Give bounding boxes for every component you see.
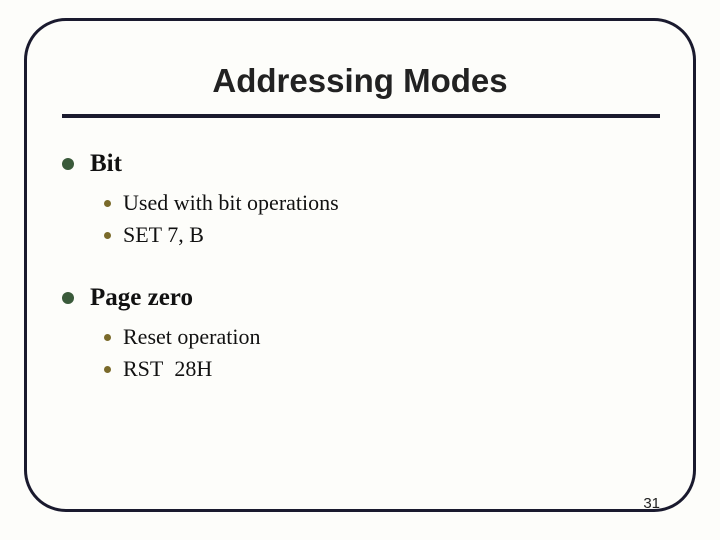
slide-title: Addressing Modes — [0, 62, 720, 100]
title-underline — [62, 114, 660, 118]
list-item: Used with bit operations — [104, 190, 652, 216]
list-item: SET 7, B — [104, 222, 652, 248]
dot-bullet-icon — [104, 334, 111, 341]
content-area: Bit Used with bit operations SET 7, B Pa… — [62, 150, 652, 418]
page-number: 31 — [643, 495, 660, 512]
item-text: RST 28H — [123, 356, 212, 382]
dot-bullet-icon — [104, 200, 111, 207]
disc-bullet-icon — [62, 158, 74, 170]
sub-list: Reset operation RST 28H — [104, 324, 652, 382]
dot-bullet-icon — [104, 232, 111, 239]
disc-bullet-icon — [62, 292, 74, 304]
item-text: Reset operation — [123, 324, 260, 350]
section-title: Page zero — [90, 284, 193, 312]
section-title: Bit — [90, 150, 122, 178]
sub-list: Used with bit operations SET 7, B — [104, 190, 652, 248]
section-header: Bit — [62, 150, 652, 178]
item-text: Used with bit operations — [123, 190, 339, 216]
list-item: RST 28H — [104, 356, 652, 382]
dot-bullet-icon — [104, 366, 111, 373]
section-page-zero: Page zero Reset operation RST 28H — [62, 284, 652, 382]
section-header: Page zero — [62, 284, 652, 312]
list-item: Reset operation — [104, 324, 652, 350]
section-bit: Bit Used with bit operations SET 7, B — [62, 150, 652, 248]
item-text: SET 7, B — [123, 222, 204, 248]
